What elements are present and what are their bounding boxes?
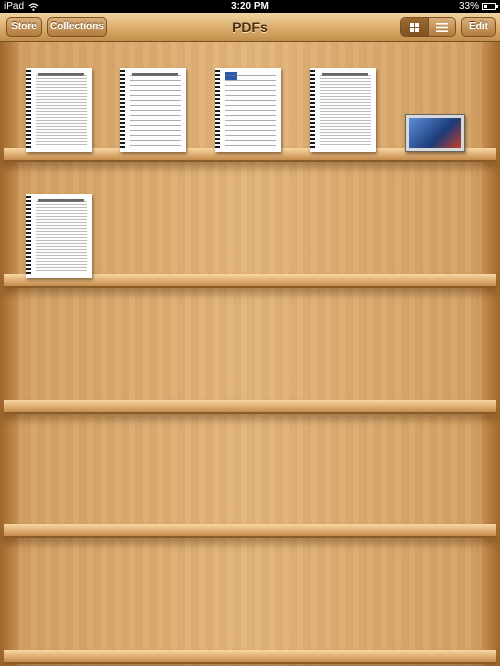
pdf-thumbnail[interactable] <box>26 68 92 152</box>
pdf-thumbnail[interactable] <box>120 68 186 152</box>
bookshelf <box>0 42 500 666</box>
list-view-button[interactable] <box>427 18 455 36</box>
shelf-side-left <box>0 42 18 666</box>
status-bar: iPad 3:20 PM 33% <box>0 0 500 13</box>
edit-button[interactable]: Edit <box>461 17 496 37</box>
battery-percent: 33% <box>458 1 479 12</box>
battery-level <box>484 5 487 8</box>
pdf-thumbnail[interactable] <box>26 194 92 278</box>
grid-icon <box>409 22 419 32</box>
page-title: PDFs <box>232 19 268 35</box>
collections-button[interactable]: Collections <box>47 17 107 37</box>
shelf-plank <box>4 650 496 664</box>
grid-view-button[interactable] <box>401 18 428 36</box>
battery-icon <box>482 3 498 10</box>
list-icon <box>435 22 448 32</box>
video-thumbnail[interactable] <box>405 114 465 152</box>
pdf-thumbnail[interactable] <box>310 68 376 152</box>
view-mode-control <box>400 17 456 37</box>
clock: 3:20 PM <box>231 1 269 12</box>
shelf-plank <box>4 400 496 414</box>
pdf-thumbnail[interactable] <box>215 68 281 152</box>
shelf-plank <box>4 524 496 538</box>
shelf-side-right <box>482 42 500 666</box>
store-button[interactable]: Store <box>6 17 42 37</box>
toolbar: Store Collections PDFs Edit <box>0 13 500 42</box>
